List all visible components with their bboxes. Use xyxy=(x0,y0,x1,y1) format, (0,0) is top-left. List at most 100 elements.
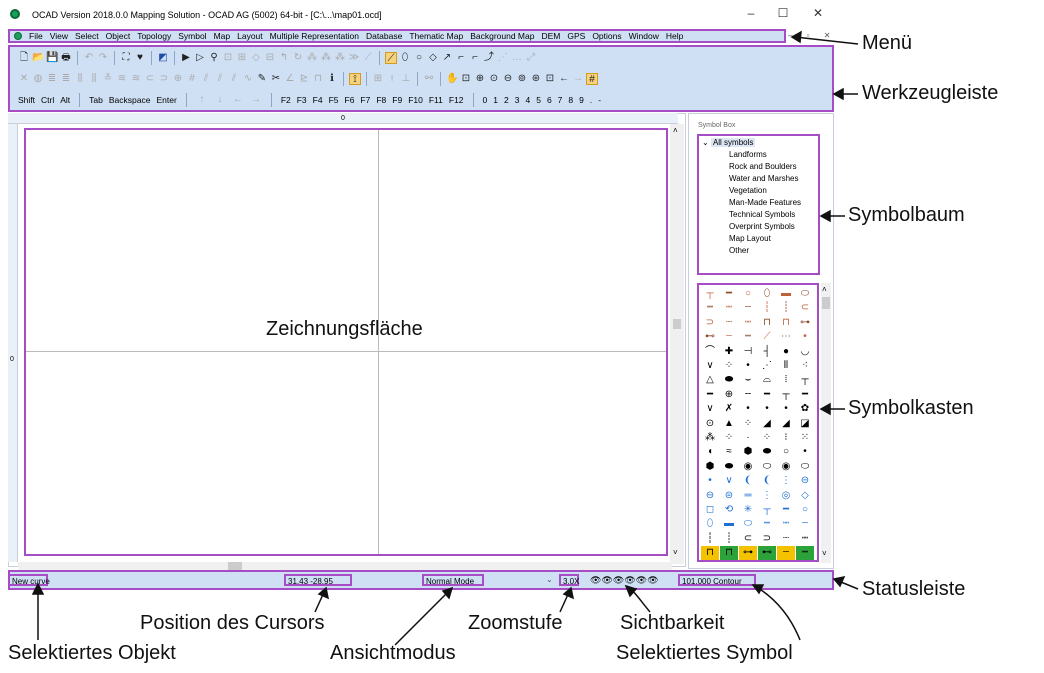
symbol-cell[interactable]: ⬭ xyxy=(758,460,776,474)
symbol-cell[interactable]: ❨ xyxy=(758,474,776,488)
symbol-cell[interactable]: ⊓ xyxy=(777,316,795,330)
symbol-cell[interactable]: ◢ xyxy=(777,417,795,431)
symbol-cell[interactable]: ⬬ xyxy=(720,460,738,474)
menu-layout[interactable]: Layout xyxy=(237,31,263,41)
key-0[interactable]: 0 xyxy=(483,95,488,105)
visibility-icon[interactable]: 👁 xyxy=(636,575,647,585)
symbol-cell[interactable]: ⁙ xyxy=(796,431,814,445)
symbol-cell[interactable]: ○ xyxy=(796,503,814,517)
menu-multiple-representation[interactable]: Multiple Representation xyxy=(270,31,359,41)
columns-icon[interactable]: ⫼ xyxy=(74,73,86,85)
symbol-cell[interactable]: ┉ xyxy=(796,532,814,546)
symbol-cell[interactable]: ▲ xyxy=(720,417,738,431)
chevron-down-icon[interactable]: ⌄ xyxy=(702,138,711,147)
key-f9[interactable]: F9 xyxy=(392,95,402,105)
symbol-cell[interactable]: ⊓ xyxy=(701,546,719,560)
symbol-cell[interactable]: ┈ xyxy=(720,316,738,330)
symbol-cell[interactable]: ┆ xyxy=(701,532,719,546)
arrow-right-icon[interactable]: → xyxy=(250,94,262,106)
menu-dem[interactable]: DEM xyxy=(541,31,560,41)
symbol-cell[interactable]: ○ xyxy=(739,287,757,301)
close-button[interactable]: ✕ xyxy=(803,6,833,20)
symbol-cell[interactable]: ⊶ xyxy=(739,546,757,560)
key-ctrl[interactable]: Ctrl xyxy=(41,95,54,105)
fill-icon[interactable]: ◍ xyxy=(32,73,44,85)
menu-window[interactable]: Window xyxy=(629,31,659,41)
canvas-vertical-scrollbar[interactable]: ˄ ˅ xyxy=(670,124,684,564)
symbol-cell[interactable]: ⬭ xyxy=(796,460,814,474)
symbol-cell[interactable]: ✗ xyxy=(720,402,738,416)
align-left-icon[interactable]: ≣ xyxy=(46,73,58,85)
tool-d-icon[interactable]: ≫ xyxy=(348,52,360,64)
angle-icon[interactable]: ∠ xyxy=(284,73,296,85)
horizontal-scroll-thumb[interactable] xyxy=(228,562,242,570)
symbol-cell[interactable]: ⁝ xyxy=(777,431,795,445)
scroll-down-icon[interactable]: ˅ xyxy=(822,549,827,558)
symbol-cell[interactable]: ⟋ xyxy=(758,330,776,344)
move-icon[interactable]: ⊟ xyxy=(264,52,276,64)
symbol-cell[interactable]: ═ xyxy=(739,489,757,503)
symbol-cell[interactable]: ◎ xyxy=(777,489,795,503)
undo-icon[interactable]: ↶ xyxy=(83,52,95,64)
back-icon[interactable]: ← xyxy=(558,73,570,85)
symbol-cell[interactable]: ⌓ xyxy=(758,373,776,387)
zoom-page-icon[interactable]: ⊡ xyxy=(544,73,556,85)
open-file-icon[interactable]: 📂 xyxy=(32,52,44,64)
symbol-cell[interactable]: ⁖ xyxy=(796,359,814,373)
tree-item-man-made[interactable]: Man-Made Features xyxy=(729,198,801,207)
key-tab[interactable]: Tab xyxy=(89,95,103,105)
symbol-info-icon[interactable]: ♥ xyxy=(134,52,146,64)
zoom-all-icon[interactable]: ⊚ xyxy=(516,73,528,85)
cut-icon[interactable]: ⊡ xyxy=(222,52,234,64)
menu-map[interactable]: Map xyxy=(214,31,231,41)
key-shift[interactable]: Shift xyxy=(18,95,35,105)
scroll-up-icon[interactable]: ˄ xyxy=(822,285,827,294)
visibility-icon[interactable]: 👁 xyxy=(647,575,658,585)
symbol-cell[interactable]: ⁘ xyxy=(739,417,757,431)
tree-item-other[interactable]: Other xyxy=(729,246,749,255)
symbol-cell[interactable]: ⊕ xyxy=(720,388,738,402)
menu-view[interactable]: View xyxy=(50,31,68,41)
symbol-cell[interactable]: ┉ xyxy=(720,301,738,315)
symbol-cell[interactable]: • xyxy=(777,402,795,416)
symbol-cell[interactable]: ⬭ xyxy=(739,517,757,531)
symbol-cell[interactable]: ┉ xyxy=(777,517,795,531)
symbol-cell[interactable]: ⊖ xyxy=(796,474,814,488)
symbol-cell[interactable]: ◉ xyxy=(739,460,757,474)
symbol-cell[interactable]: ⊓ xyxy=(758,316,776,330)
key-5[interactable]: 5 xyxy=(536,95,541,105)
menu-thematic-map[interactable]: Thematic Map xyxy=(409,31,463,41)
symbol-cell[interactable]: ┬ xyxy=(758,503,776,517)
symbol-cell[interactable]: ┅ xyxy=(796,546,814,560)
symbol-cell[interactable]: • xyxy=(796,330,814,344)
symbol-cell[interactable]: ━ xyxy=(701,388,719,402)
symbol-scroll-thumb[interactable] xyxy=(822,297,830,309)
view-mode-dropdown-icon[interactable]: ⌄ xyxy=(546,575,553,584)
symbol-cell[interactable]: ┈ xyxy=(777,532,795,546)
symbol-cell[interactable]: ━ xyxy=(796,388,814,402)
zoom-window-icon[interactable]: ⊡ xyxy=(460,73,472,85)
tool-h-icon[interactable]: ⊥ xyxy=(400,73,412,85)
symbol-cell[interactable]: ⬯ xyxy=(701,517,719,531)
symbol-cell[interactable]: ✳ xyxy=(739,503,757,517)
tool-e-icon[interactable]: ⟋ xyxy=(362,52,374,64)
symbol-cell[interactable]: ✚ xyxy=(720,345,738,359)
key-6[interactable]: 6 xyxy=(547,95,552,105)
grid-edit-icon[interactable]: # xyxy=(186,73,198,85)
symbol-cell[interactable]: • xyxy=(739,402,757,416)
symbol-cell[interactable]: ⁘ xyxy=(720,359,738,373)
menu-database[interactable]: Database xyxy=(366,31,402,41)
symbol-cell[interactable]: ⋯ xyxy=(777,330,795,344)
tree-item-map-layout[interactable]: Map Layout xyxy=(729,234,771,243)
symbol-cell[interactable]: ┊ xyxy=(777,301,795,315)
symbol-cell[interactable]: ⬯ xyxy=(758,287,776,301)
symbol-cell[interactable]: ┬ xyxy=(796,373,814,387)
binoculars-icon[interactable]: ⚯ xyxy=(423,73,435,85)
numeric-icon[interactable]: ⌐ xyxy=(469,52,481,64)
symbol-cell[interactable]: ⊜ xyxy=(720,489,738,503)
symbol-cell[interactable]: ⦀ xyxy=(777,359,795,373)
ellipse-mode-icon[interactable]: ⬯ xyxy=(399,52,411,64)
tree-item-vegetation[interactable]: Vegetation xyxy=(729,186,767,195)
symbol-cell[interactable]: ⦙ xyxy=(777,373,795,387)
pencil-icon[interactable]: ✎ xyxy=(256,73,268,85)
